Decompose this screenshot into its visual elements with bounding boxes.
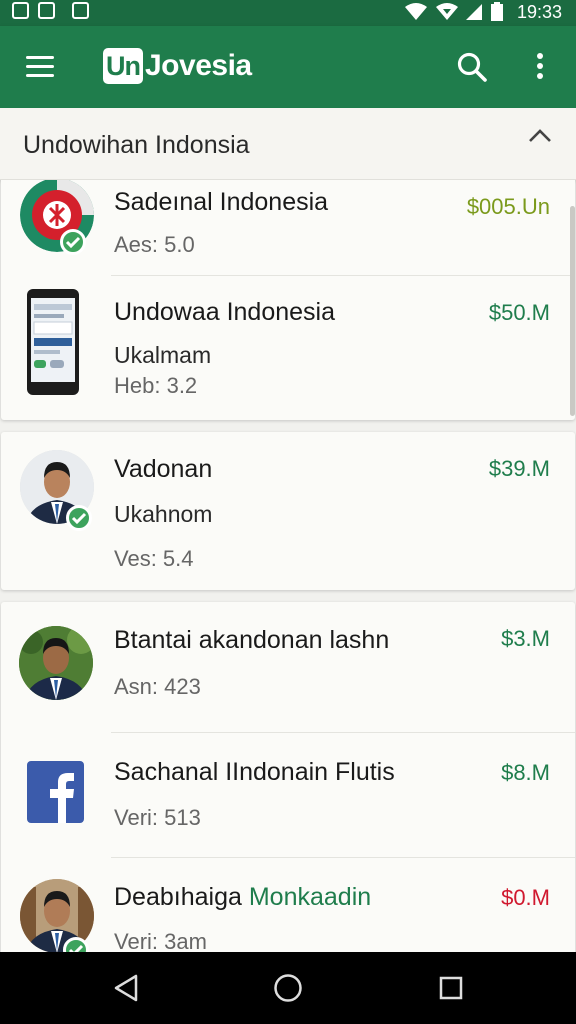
phone-screenshot-icon bbox=[27, 289, 79, 395]
chevron-up-icon[interactable] bbox=[527, 127, 553, 145]
item-price: $0.M bbox=[501, 885, 550, 910]
item-price: $39.M bbox=[488, 456, 550, 481]
clock: 19:33 bbox=[516, 2, 562, 22]
recents-icon[interactable] bbox=[433, 970, 469, 1006]
item-name: Vadonan bbox=[114, 455, 213, 483]
item-meta: Asn: 423 bbox=[114, 674, 201, 699]
item-subtitle: Ukalmam bbox=[114, 342, 212, 368]
logo-badge: Un bbox=[103, 48, 143, 84]
menu-icon[interactable] bbox=[26, 56, 56, 78]
wifi-icon bbox=[405, 3, 427, 20]
app-list: Sadeınal Indonesia Aes: 5.0 $005.Un Undo… bbox=[0, 180, 576, 952]
list-item[interactable]: Sachanal IIndonain Flutis Veri: 513 $8.M bbox=[0, 732, 574, 857]
avatar bbox=[19, 626, 93, 700]
app-bar: Un Jovesia bbox=[0, 26, 576, 108]
item-name-accent: Monkaadin bbox=[248, 883, 372, 911]
gallery-icon bbox=[38, 2, 55, 19]
search-icon[interactable] bbox=[455, 50, 489, 84]
item-meta: Veri: 3am bbox=[114, 929, 207, 952]
verified-check-icon bbox=[60, 229, 86, 255]
status-bar: 19:33 bbox=[0, 0, 576, 26]
section-header[interactable]: Undowihan Indonsia bbox=[0, 108, 576, 180]
item-meta: Aes: 5.0 bbox=[114, 232, 195, 257]
person-portrait-garden-icon bbox=[19, 626, 93, 700]
item-price: $005.Un bbox=[466, 194, 550, 219]
item-name: Deabıhaiga Monkaadin bbox=[114, 883, 371, 912]
item-meta: Ves: 5.4 bbox=[114, 546, 194, 571]
item-meta: Heb: 3.2 bbox=[114, 373, 198, 398]
verified-check-icon bbox=[66, 505, 92, 531]
list-item[interactable]: Btantai akandonan lashn Asn: 423 $3.M bbox=[0, 602, 574, 732]
item-meta: Veri: 513 bbox=[114, 805, 201, 830]
app-title: Jovesia bbox=[145, 49, 252, 82]
item-name-primary: Deabıhaiga bbox=[114, 883, 242, 911]
item-subtitle: Ukahnom bbox=[114, 501, 213, 527]
app-logo: Un Jovesia bbox=[103, 47, 252, 85]
item-price: $3.M bbox=[501, 626, 550, 651]
facebook-logo-icon bbox=[27, 761, 84, 823]
item-price: $50.M bbox=[488, 300, 550, 325]
list-item[interactable]: Deabıhaiga Monkaadin Veri: 3am $0.M bbox=[0, 857, 574, 952]
signal-icon bbox=[466, 4, 482, 20]
scrollbar-thumb[interactable] bbox=[570, 206, 575, 416]
item-name: Sadeınal Indonesia bbox=[114, 188, 329, 216]
section-title: Undowihan Indonsia bbox=[23, 131, 250, 159]
home-icon[interactable] bbox=[270, 970, 306, 1006]
navigation-bar bbox=[0, 952, 576, 1024]
list-item[interactable]: Undowaa Indonesia Ukalmam Heb: 3.2 $50.M bbox=[0, 276, 574, 416]
verified-check-icon bbox=[63, 937, 89, 952]
item-price: $8.M bbox=[501, 760, 550, 785]
more-vert-icon[interactable] bbox=[530, 50, 550, 84]
item-name: Sachanal IIndonain Flutis bbox=[114, 758, 395, 786]
list-item[interactable]: Sadeınal Indonesia Aes: 5.0 $005.Un bbox=[0, 180, 574, 275]
item-name: Undowaa Indonesia bbox=[114, 298, 335, 326]
back-icon[interactable] bbox=[108, 970, 144, 1006]
cloud-icon bbox=[72, 2, 89, 19]
notification-icon bbox=[12, 2, 29, 19]
list-item[interactable]: Vadonan Ukahnom Ves: 5.4 $39.M bbox=[0, 432, 574, 590]
wifi-alt-icon bbox=[436, 3, 458, 20]
item-name: Btantai akandonan lashn bbox=[114, 626, 390, 654]
battery-icon bbox=[491, 2, 503, 21]
